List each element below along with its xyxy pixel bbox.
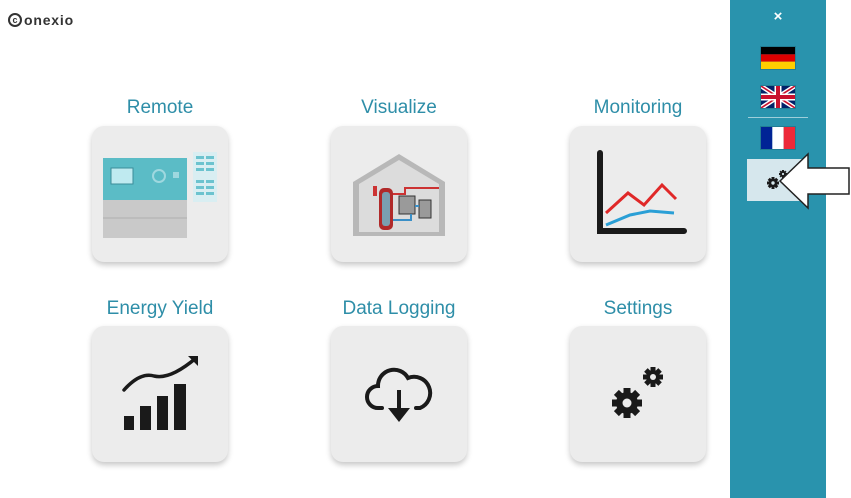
rising-bars-icon [122, 356, 198, 430]
sidebar-divider [748, 117, 808, 118]
callout-arrow-icon [778, 152, 850, 210]
german-flag-icon [761, 47, 795, 69]
remote-tile-button[interactable] [92, 126, 228, 262]
logo-mark: c [8, 13, 22, 27]
french-flag-icon [761, 127, 795, 149]
line-chart-icon [597, 150, 687, 234]
controller-panel-icon [103, 152, 217, 238]
monitoring-tile-button[interactable] [570, 126, 706, 262]
tile-label-monitoring: Monitoring [593, 97, 683, 118]
tile-label-remote: Remote [126, 97, 194, 118]
close-icon[interactable]: × [730, 8, 826, 25]
energy-yield-tile-button[interactable] [92, 326, 228, 462]
gears-icon [612, 367, 663, 418]
settings-tile-button[interactable] [570, 326, 706, 462]
flag-german-button[interactable] [760, 46, 796, 70]
logo-text: onexio [24, 12, 74, 28]
tile-label-data-logging: Data Logging [342, 298, 456, 319]
uk-flag-icon [761, 86, 795, 108]
language-sidebar: × [730, 0, 826, 498]
tile-label-visualize: Visualize [361, 97, 437, 118]
conexio-logo: c onexio [8, 12, 74, 28]
flag-french-button[interactable] [760, 126, 796, 150]
tile-label-energy-yield: Energy Yield [106, 298, 214, 319]
house-system-icon [353, 154, 445, 236]
flag-english-button[interactable] [760, 85, 796, 109]
visualize-tile-button[interactable] [331, 126, 467, 262]
data-logging-tile-button[interactable] [331, 326, 467, 462]
cloud-download-icon [365, 367, 433, 422]
tile-label-settings: Settings [603, 298, 673, 319]
